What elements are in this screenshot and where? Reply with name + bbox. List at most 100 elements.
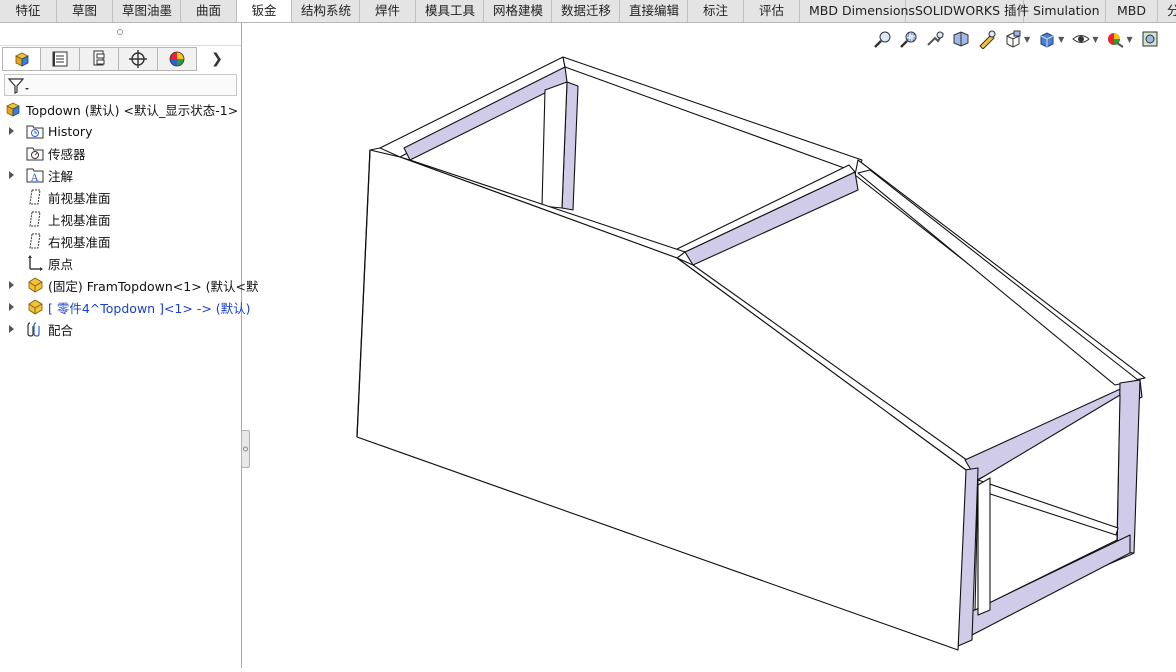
- command-tab-0[interactable]: 特征: [0, 0, 57, 22]
- configuration-manager-icon: [93, 50, 105, 66]
- tree-item-5[interactable]: 右视基准面: [26, 231, 111, 251]
- tree-item-label: 原点: [48, 256, 74, 272]
- display-manager-tab[interactable]: [158, 47, 197, 71]
- dynamic-annotation-button[interactable]: [975, 28, 999, 50]
- command-tab-11[interactable]: 标注: [688, 0, 744, 22]
- expand-caret-icon[interactable]: [9, 281, 14, 289]
- frame-member-face: [1116, 379, 1141, 554]
- zoom-to-fit-icon: [874, 31, 891, 48]
- expand-caret-icon[interactable]: [9, 325, 14, 333]
- tree-item-label: 上视基准面: [48, 212, 111, 228]
- tree-item-6[interactable]: 原点: [26, 253, 73, 273]
- tree-item-4[interactable]: 上视基准面: [26, 209, 111, 229]
- plane-icon: [26, 210, 44, 228]
- assembly-icon: [4, 100, 22, 118]
- tree-item-9[interactable]: 配合: [26, 319, 73, 339]
- heads-up-view-toolbar: ▼ ▼ ▼ ▼: [871, 27, 1162, 51]
- tree-item-1[interactable]: 传感器: [26, 143, 86, 163]
- panel-tabs-scroll-right[interactable]: ❯: [197, 47, 237, 71]
- graphics-area[interactable]: ▼ ▼ ▼ ▼: [243, 23, 1176, 668]
- frame-member-face: [684, 171, 859, 266]
- previous-view-icon: [927, 31, 944, 46]
- tree-item-label: 注解: [48, 168, 74, 184]
- tree-item-label: [ 零件4^Topdown ]<1> -> (默认): [48, 300, 251, 316]
- view-orientation-button[interactable]: [1001, 28, 1025, 50]
- command-tab-10[interactable]: 直接编辑: [620, 0, 688, 22]
- expand-caret-icon[interactable]: [9, 127, 14, 135]
- tree-root-assembly[interactable]: Topdown (默认) <默认_显示状态-1>: [4, 99, 238, 119]
- section-view-icon: [953, 31, 969, 47]
- view-orientation-dropdown-icon[interactable]: ▼: [1024, 35, 1030, 44]
- command-tab-8[interactable]: 网格建模: [484, 0, 552, 22]
- command-tab-16[interactable]: MBD: [1106, 0, 1158, 22]
- edit-appearance-button[interactable]: [1103, 28, 1127, 50]
- command-tab-6[interactable]: 焊件: [360, 0, 416, 22]
- command-tab-13[interactable]: MBD Dimensions: [800, 0, 915, 22]
- feature-manager-icon: [14, 52, 29, 67]
- dynamic-annotation-icon: [979, 30, 996, 49]
- configuration-manager-tab[interactable]: [80, 47, 119, 71]
- command-tab-4[interactable]: 钣金: [237, 0, 292, 22]
- appearance-icon: [1108, 33, 1125, 48]
- zoom-to-area-button[interactable]: [897, 28, 921, 50]
- command-tab-15[interactable]: Simulation: [1024, 0, 1106, 22]
- tree-item-3[interactable]: 前视基准面: [26, 187, 111, 207]
- tree-item-2[interactable]: A 注解: [26, 165, 73, 185]
- filter-bar[interactable]: [4, 74, 237, 96]
- history-folder-icon: [26, 122, 44, 140]
- mates-icon: [26, 320, 44, 338]
- expand-caret-icon[interactable]: [9, 171, 14, 179]
- svg-text:A: A: [30, 173, 39, 184]
- zoom-area-icon: [900, 31, 917, 48]
- tree-item-0[interactable]: History: [26, 121, 92, 141]
- command-tab-14[interactable]: SOLIDWORKS 插件: [906, 0, 1029, 22]
- frame-member: [977, 477, 991, 616]
- panel-tabs: ❯: [2, 47, 240, 73]
- panel-grip[interactable]: [0, 23, 241, 46]
- assembly-model-view: [356, 56, 1146, 651]
- chevron-right-icon: ❯: [211, 51, 223, 67]
- tree-item-label: 右视基准面: [48, 234, 111, 250]
- feature-manager-tab[interactable]: [2, 47, 41, 71]
- command-manager-tabs: 特征 草图 草图油墨 曲面 钣金 结构系统 焊件 模具工具 网格建模 数据迁移 直接编辑 标注 评估 MB…: [0, 0, 1176, 23]
- dimxpert-manager-tab[interactable]: [119, 47, 158, 71]
- hide-show-items-button[interactable]: [1069, 28, 1093, 50]
- expand-caret-icon[interactable]: [9, 303, 14, 311]
- frame-member: [379, 56, 566, 158]
- command-tab-2[interactable]: 草图油墨: [113, 0, 181, 22]
- grip-dot-icon: [117, 29, 123, 35]
- section-view-button[interactable]: [949, 28, 973, 50]
- origin-icon: [26, 254, 44, 272]
- command-tab-9[interactable]: 数据迁移: [552, 0, 620, 22]
- command-tab-12[interactable]: 评估: [744, 0, 800, 22]
- plane-icon: [26, 232, 44, 250]
- apply-scene-button[interactable]: [1138, 28, 1162, 50]
- tree-item-7[interactable]: (固定) FramTopdown<1> (默认<默: [26, 275, 259, 295]
- tree-item-label: 配合: [48, 322, 74, 338]
- display-style-button[interactable]: [1035, 28, 1059, 50]
- display-style-dropdown-icon[interactable]: ▼: [1058, 35, 1064, 44]
- hide-show-dropdown-icon[interactable]: ▼: [1092, 35, 1098, 44]
- command-tab-3[interactable]: 曲面: [181, 0, 237, 22]
- feature-manager-panel: ❯ Topdown (默认) <默认_显示状态-1> History 传感器 A 注解前…: [0, 23, 259, 668]
- zoom-to-fit-button[interactable]: [871, 28, 895, 50]
- tree-item-8[interactable]: [ 零件4^Topdown ]<1> -> (默认): [26, 297, 251, 317]
- frame-member: [857, 169, 1139, 386]
- appearance-ball-icon: [169, 51, 185, 67]
- display-style-icon: [1040, 32, 1054, 48]
- eye-icon: [1072, 35, 1091, 43]
- command-tab-5[interactable]: 结构系统: [292, 0, 360, 22]
- frame-member: [541, 81, 568, 209]
- filter-icon: [7, 78, 29, 94]
- previous-view-button[interactable]: [923, 28, 947, 50]
- tree-item-label: (固定) FramTopdown<1> (默认<默: [48, 278, 259, 294]
- view-orientation-icon: [1006, 30, 1021, 48]
- scene-icon: [1142, 31, 1158, 47]
- tree-item-label: 传感器: [48, 146, 86, 162]
- appearance-dropdown-icon[interactable]: ▼: [1126, 35, 1132, 44]
- command-tab-7[interactable]: 模具工具: [416, 0, 484, 22]
- command-tab-17[interactable]: 分析: [1158, 0, 1176, 22]
- frame-member: [562, 56, 863, 174]
- command-tab-1[interactable]: 草图: [57, 0, 113, 22]
- property-manager-tab[interactable]: [41, 47, 80, 71]
